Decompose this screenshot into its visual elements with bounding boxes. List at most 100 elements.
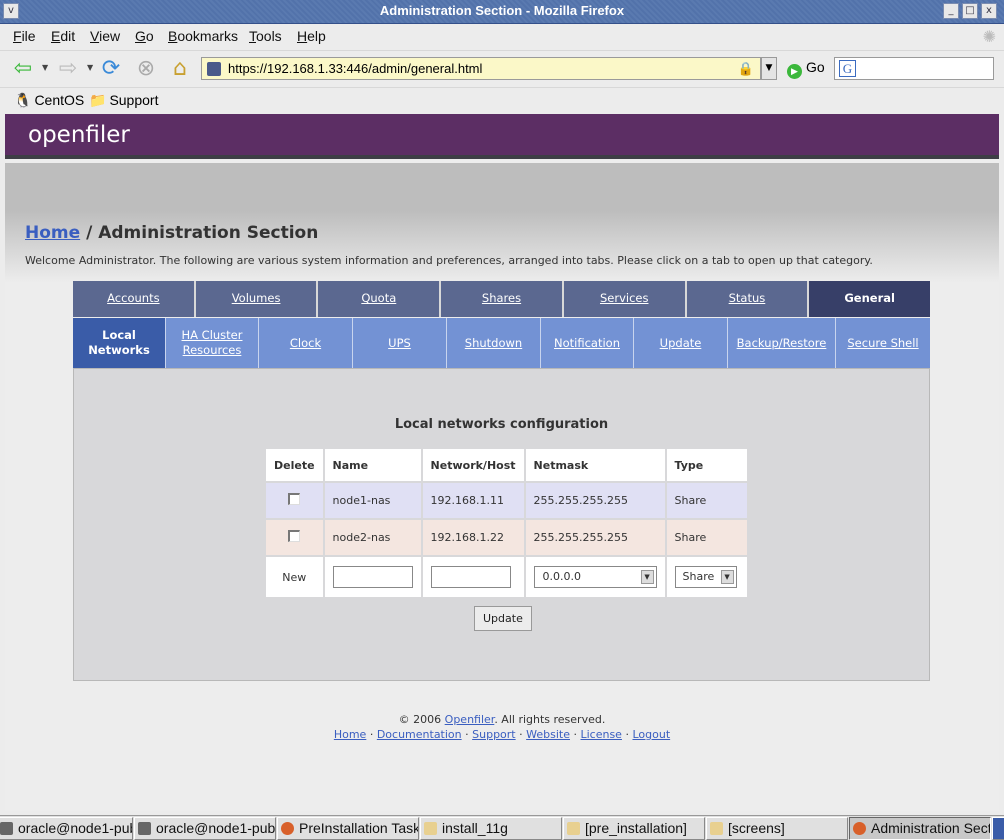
tab-services[interactable]: Services: [563, 281, 687, 317]
tab-quota[interactable]: Quota: [318, 281, 442, 317]
navigation-toolbar: ⇦ ▼ ⇨ ▼ ⟳ ⊗ ⌂ https://192.168.1.33:446/a…: [0, 50, 1004, 86]
taskbar: oracle@node1-pub:~ oracle@node1-pub:~ Pr…: [0, 815, 1004, 840]
new-network-input[interactable]: [430, 566, 511, 588]
stop-icon[interactable]: ⊗: [133, 56, 159, 82]
menu-tools[interactable]: Tools: [249, 28, 282, 44]
taskbar-item[interactable]: oracle@node1-pub:~: [0, 817, 133, 840]
site-favicon: [207, 62, 221, 76]
main-tabs: Accounts Volumes Quota Shares Services S…: [73, 281, 931, 317]
cell-type: Share: [666, 483, 747, 518]
subtab-update[interactable]: Update: [634, 318, 728, 368]
subtab-secure-shell[interactable]: Secure Shell: [836, 318, 930, 368]
cell-network: 192.168.1.22: [422, 520, 524, 555]
browser-window: v Administration Section - Mozilla Firef…: [0, 0, 1004, 840]
footer-link-website[interactable]: Website: [526, 728, 570, 741]
back-icon[interactable]: ⇦: [10, 56, 36, 82]
forward-icon[interactable]: ⇨: [55, 56, 81, 82]
openfiler-logo: openfiler: [28, 122, 130, 148]
openfiler-header: openfiler: [5, 114, 999, 159]
url-history-dropdown[interactable]: ▼: [761, 57, 777, 80]
netmask-select[interactable]: 0.0.0.0 ▼: [533, 566, 657, 588]
bookmark-centos[interactable]: 🐧 CentOS: [14, 92, 84, 109]
page-title: Administration Section: [98, 223, 319, 243]
menu-edit[interactable]: Edit: [51, 28, 75, 44]
google-search-engine-icon[interactable]: G: [839, 60, 856, 77]
maximize-button[interactable]: □: [962, 3, 978, 19]
taskbar-item[interactable]: PreInstallation Task: [277, 817, 419, 840]
close-button[interactable]: x: [981, 3, 997, 19]
back-history-dropdown[interactable]: ▼: [42, 63, 48, 72]
column-header-name: Name: [324, 449, 421, 481]
minimize-button[interactable]: _: [943, 3, 959, 19]
forward-history-dropdown[interactable]: ▼: [87, 63, 93, 72]
type-select[interactable]: Share ▼: [674, 566, 737, 588]
taskbar-item[interactable]: [screens]: [706, 817, 848, 840]
new-network-row: New 0.0.0.0 ▼ Share ▼: [266, 557, 747, 597]
cell-network: 192.168.1.11: [422, 483, 524, 518]
subtab-clock[interactable]: Clock: [259, 318, 353, 368]
menu-view[interactable]: View: [90, 28, 120, 44]
subtab-notification[interactable]: Notification: [541, 318, 634, 368]
sub-tabs: Local Networks HA Cluster Resources Cloc…: [73, 318, 930, 368]
folder-icon: [567, 822, 580, 835]
footer-link-license[interactable]: License: [580, 728, 621, 741]
table-row: node1-nas 192.168.1.11 255.255.255.255 S…: [266, 483, 747, 518]
subtab-backup-restore[interactable]: Backup/Restore: [728, 318, 836, 368]
tab-shares[interactable]: Shares: [441, 281, 564, 317]
menu-go[interactable]: Go: [135, 28, 154, 44]
go-button[interactable]: ▶ Go: [787, 59, 825, 79]
taskbar-item[interactable]: [pre_installation]: [563, 817, 705, 840]
footer-link-home[interactable]: Home: [334, 728, 366, 741]
openfiler-link[interactable]: Openfiler: [445, 713, 495, 726]
footer-link-support[interactable]: Support: [472, 728, 515, 741]
taskbar-item-active[interactable]: Administration Section: [849, 817, 991, 840]
table-row: node2-nas 192.168.1.22 255.255.255.255 S…: [266, 520, 747, 555]
subtab-ha-cluster-resources[interactable]: HA Cluster Resources: [166, 318, 259, 368]
terminal-icon: [0, 822, 13, 835]
breadcrumb: Home / Administration Section: [25, 223, 319, 243]
breadcrumb-home-link[interactable]: Home: [25, 223, 80, 243]
bookmarks-toolbar: 🐧 CentOS 📁 Support: [0, 87, 1004, 113]
window-title: Administration Section - Mozilla Firefox: [379, 3, 625, 18]
cell-type: Share: [666, 520, 747, 555]
cell-netmask: 255.255.255.255: [525, 483, 665, 518]
footer-links: Home · Documentation · Support · Website…: [333, 728, 671, 741]
chevron-down-icon: ▼: [720, 570, 734, 584]
menu-file[interactable]: File: [13, 28, 36, 44]
copyright: © 2006 Openfiler. All rights reserved.: [398, 713, 606, 726]
firefox-icon: [853, 822, 866, 835]
bookmark-support[interactable]: 📁 Support: [89, 92, 158, 109]
delete-checkbox[interactable]: [288, 530, 301, 542]
tab-volumes[interactable]: Volumes: [195, 281, 319, 317]
menu-help[interactable]: Help: [297, 28, 326, 44]
column-header-netmask: Netmask: [525, 449, 665, 481]
update-button[interactable]: Update: [474, 606, 532, 631]
lock-icon[interactable]: 🔒: [738, 58, 754, 79]
taskbar-item[interactable]: oracle@node1-pub:~: [134, 817, 276, 840]
tab-general[interactable]: General: [809, 281, 931, 317]
folder-icon: [710, 822, 723, 835]
tab-accounts[interactable]: Accounts: [73, 281, 196, 317]
menu-bookmarks[interactable]: Bookmarks: [168, 28, 238, 44]
reload-icon[interactable]: ⟳: [98, 56, 124, 82]
subtab-shutdown[interactable]: Shutdown: [447, 318, 541, 368]
subtab-local-networks[interactable]: Local Networks: [73, 318, 166, 368]
search-input[interactable]: G: [834, 57, 994, 80]
cell-name: node2-nas: [324, 520, 421, 555]
panel-title: Local networks configuration: [394, 417, 609, 432]
content-panel: Local networks configuration Delete Name…: [73, 368, 930, 681]
new-name-input[interactable]: [332, 566, 413, 588]
folder-icon: [424, 822, 437, 835]
subtab-ups[interactable]: UPS: [353, 318, 447, 368]
home-icon[interactable]: ⌂: [167, 56, 193, 82]
chevron-down-icon: ▼: [640, 570, 654, 584]
taskbar-item[interactable]: install_11g: [420, 817, 562, 840]
footer-link-logout[interactable]: Logout: [632, 728, 670, 741]
tab-status[interactable]: Status: [686, 281, 810, 317]
url-bar[interactable]: https://192.168.1.33:446/admin/general.h…: [201, 57, 761, 80]
show-desktop-button[interactable]: [992, 817, 1004, 840]
footer-link-documentation[interactable]: Documentation: [377, 728, 462, 741]
local-networks-table: Delete Name Network/Host Netmask Type no…: [264, 447, 749, 599]
url-text[interactable]: https://192.168.1.33:446/admin/general.h…: [228, 58, 482, 79]
delete-checkbox[interactable]: [288, 493, 301, 505]
